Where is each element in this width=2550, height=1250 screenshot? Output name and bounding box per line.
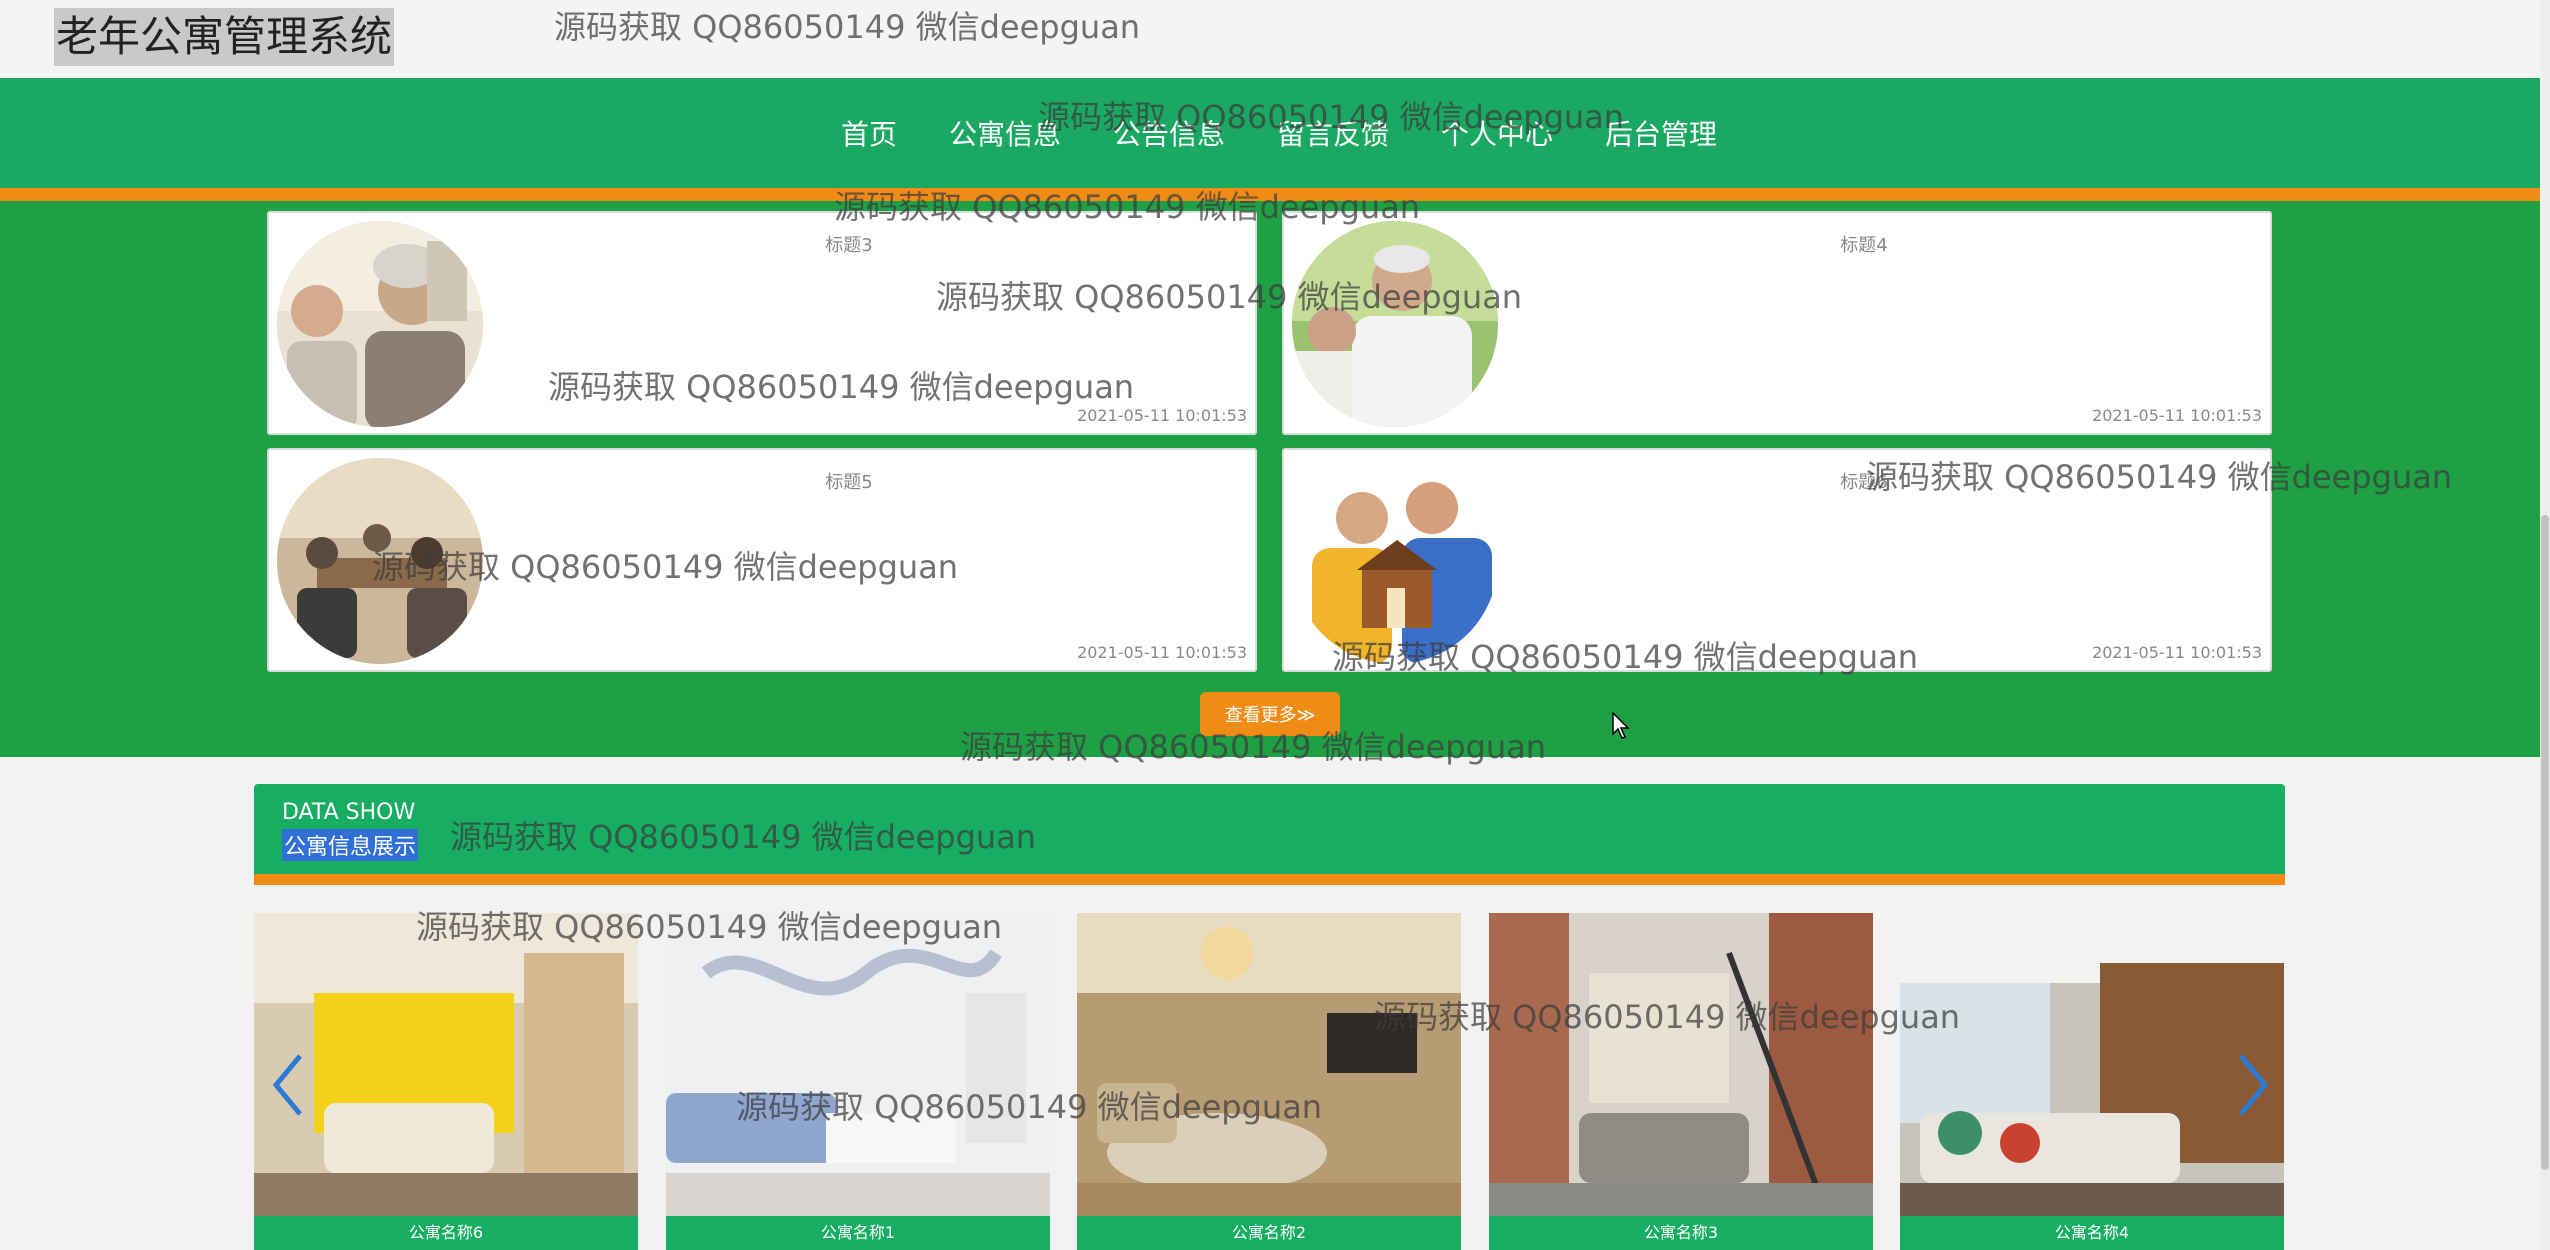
news-section: 标题3 2021-05-11 10:01:53 标题4 2021-05-11 1… <box>0 201 2540 757</box>
view-more-button[interactable]: 查看更多≫ <box>1200 692 1340 736</box>
news-card[interactable]: 标题3 2021-05-11 10:01:53 <box>267 211 1257 435</box>
gallery-label: 公寓名称4 <box>1900 1216 2284 1250</box>
gallery-item[interactable]: 公寓名称1 <box>666 913 1050 1250</box>
gallery-item[interactable]: 公寓名称3 <box>1489 913 1873 1250</box>
news-title: 标题5 <box>825 472 873 493</box>
gallery-item[interactable]: 公寓名称4 <box>1900 913 2284 1250</box>
news-thumbnail <box>277 221 483 427</box>
gallery-image <box>666 913 1050 1216</box>
showcase-header: DATA SHOW 公寓信息展示 <box>254 784 2285 874</box>
apartment-gallery: 公寓名称6 公寓名称1 公寓名称2 公寓名称3 公寓名称4 <box>254 913 2285 1250</box>
news-date: 2021-05-11 10:01:53 <box>2092 406 2262 425</box>
chevron-right-icon[interactable] <box>2233 1050 2273 1120</box>
scrollbar-thumb[interactable] <box>2541 515 2549 1170</box>
news-date: 2021-05-11 10:01:53 <box>2092 643 2262 662</box>
news-thumbnail <box>1292 221 1498 427</box>
news-date: 2021-05-11 10:01:53 <box>1077 406 1247 425</box>
news-date: 2021-05-11 10:01:53 <box>1077 643 1247 662</box>
showcase-orange-divider <box>254 874 2285 885</box>
gallery-label: 公寓名称1 <box>666 1216 1050 1250</box>
news-card[interactable]: 标题5 2021-05-11 10:01:53 <box>267 448 1257 672</box>
gallery-item[interactable]: 公寓名称2 <box>1077 913 1461 1250</box>
top-bar: 老年公寓管理系统 <box>0 0 2540 78</box>
gallery-image <box>254 913 638 1216</box>
chevron-left-icon[interactable] <box>268 1050 308 1120</box>
gallery-image <box>1077 913 1461 1216</box>
nav-item-feedback[interactable]: 留言反馈 <box>1277 113 1389 153</box>
showcase-title-en: DATA SHOW <box>282 800 416 825</box>
news-card[interactable]: 标题6 2021-05-11 10:01:53 <box>1282 448 2272 672</box>
gallery-item[interactable]: 公寓名称6 <box>254 913 638 1250</box>
news-title: 标题3 <box>825 235 873 256</box>
gallery-image <box>1489 913 1873 1216</box>
gallery-label: 公寓名称2 <box>1077 1216 1461 1250</box>
main-nav: 首页 公寓信息 公告信息 留言反馈 个人中心 后台管理 <box>0 78 2540 188</box>
news-thumbnail <box>277 458 483 664</box>
news-title: 标题6 <box>1840 472 1888 493</box>
mouse-cursor-icon <box>1612 712 1630 739</box>
nav-orange-divider <box>0 188 2540 201</box>
nav-item-apartments[interactable]: 公寓信息 <box>949 113 1061 153</box>
news-title: 标题4 <box>1840 235 1888 256</box>
gallery-label: 公寓名称6 <box>254 1216 638 1250</box>
nav-item-admin[interactable]: 后台管理 <box>1605 113 1717 153</box>
nav-item-announcements[interactable]: 公告信息 <box>1113 113 1225 153</box>
nav-item-home[interactable]: 首页 <box>841 113 897 153</box>
nav-item-profile[interactable]: 个人中心 <box>1441 113 1553 153</box>
news-thumbnail <box>1292 458 1498 664</box>
site-title: 老年公寓管理系统 <box>54 8 395 66</box>
gallery-label: 公寓名称3 <box>1489 1216 1873 1250</box>
showcase-title-zh: 公寓信息展示 <box>282 829 419 861</box>
gallery-image <box>1900 913 2284 1216</box>
news-card[interactable]: 标题4 2021-05-11 10:01:53 <box>1282 211 2272 435</box>
